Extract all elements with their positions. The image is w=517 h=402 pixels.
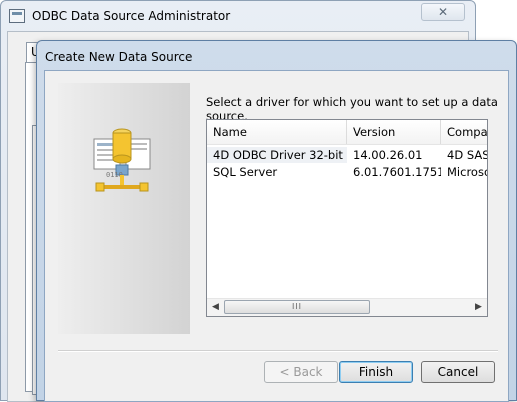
dialog-title: Create New Data Source: [45, 50, 193, 64]
driver-list[interactable]: Name Version Compar 4D ODBC Driver 32-bi…: [206, 119, 488, 317]
create-data-source-dialog: Create New Data Source 0110 Select a dri…: [36, 40, 517, 402]
driver-company: 4D SAS: [447, 148, 488, 162]
column-header-name[interactable]: Name: [207, 120, 347, 144]
data-source-icon: 0110: [93, 128, 151, 192]
scroll-thumb[interactable]: III: [224, 300, 370, 314]
scroll-left-arrow-icon[interactable]: ◀: [207, 299, 224, 316]
horizontal-scrollbar[interactable]: ◀ III ▶: [207, 298, 487, 316]
driver-version: 14.00.26.01: [353, 148, 423, 162]
driver-name: 4D ODBC Driver 32-bit: [207, 147, 347, 163]
back-window-close-button[interactable]: ✕: [421, 3, 465, 21]
dialog-client-area: 0110 Select a driver for which you want …: [44, 70, 509, 402]
column-header-company[interactable]: Compar: [441, 120, 487, 144]
back-window-titlebar: ODBC Data Source Administrator: [9, 9, 230, 23]
button-separator: [58, 350, 498, 352]
cancel-button[interactable]: Cancel: [421, 361, 495, 383]
back-window-title: ODBC Data Source Administrator: [32, 9, 231, 23]
driver-company: Microsof: [447, 165, 487, 179]
scroll-right-arrow-icon[interactable]: ▶: [470, 299, 487, 316]
finish-button[interactable]: Finish: [339, 361, 413, 383]
odbc-app-icon: [9, 9, 25, 23]
wizard-graphic-panel: 0110: [58, 83, 190, 334]
column-header-version[interactable]: Version: [347, 120, 441, 144]
driver-version: 6.01.7601.17514: [353, 165, 441, 179]
back-button[interactable]: < Back: [264, 361, 338, 383]
driver-list-header: Name Version Compar: [207, 120, 487, 145]
driver-row[interactable]: SQL Server 6.01.7601.17514 Microsof: [207, 164, 487, 180]
driver-row[interactable]: 4D ODBC Driver 32-bit 14.00.26.01 4D SAS: [207, 147, 488, 163]
driver-name: SQL Server: [213, 165, 278, 179]
